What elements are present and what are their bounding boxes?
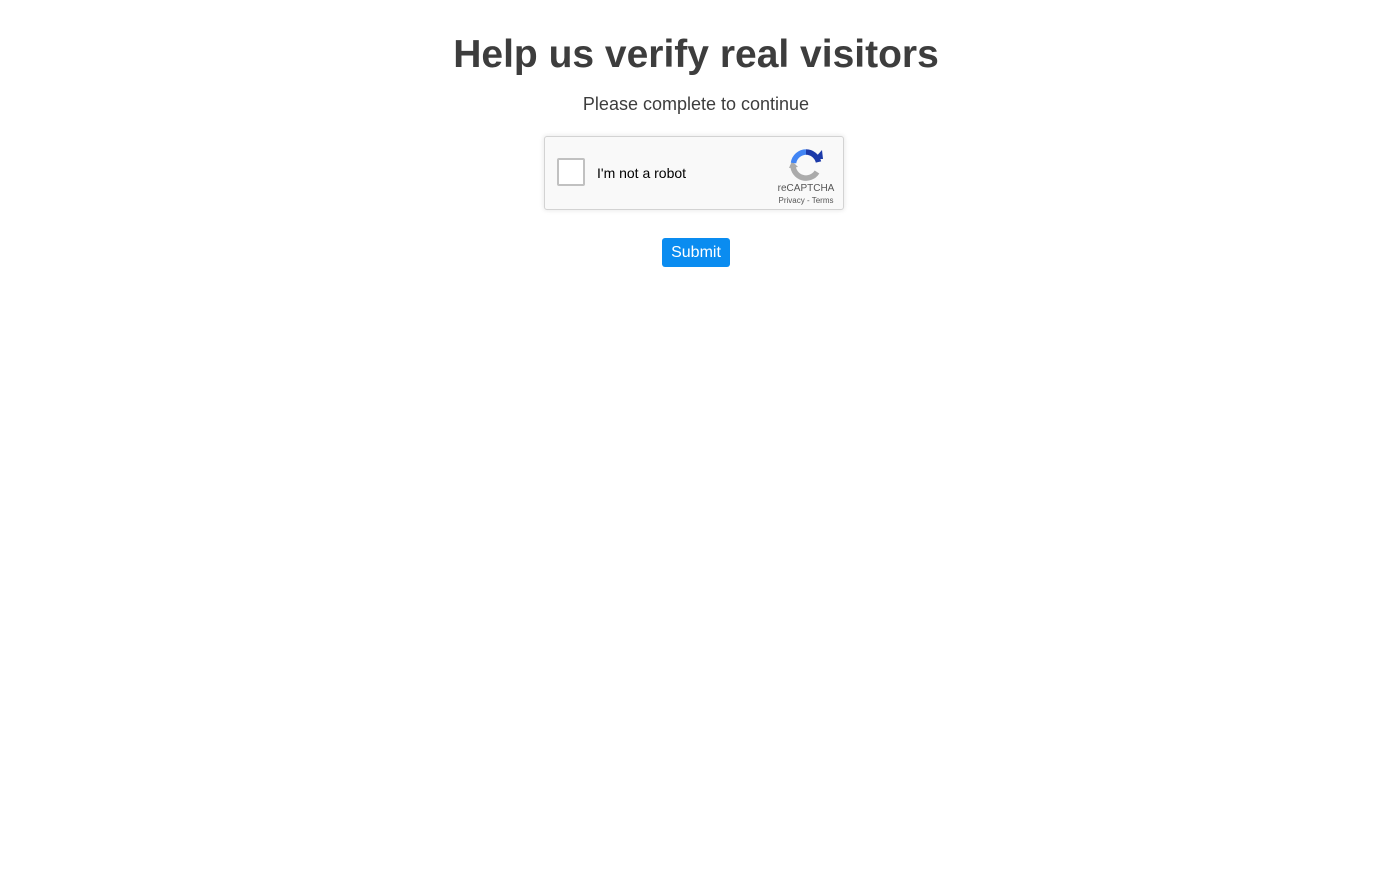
page-title: Help us verify real visitors	[453, 33, 939, 76]
page-subtitle: Please complete to continue	[582, 94, 810, 114]
recaptcha-checkbox-label: I'm not a robot	[597, 165, 687, 181]
recaptcha-checkbox[interactable]	[557, 158, 585, 186]
recaptcha-logo-icon	[789, 149, 823, 181]
submit-button[interactable]: Submit	[662, 238, 730, 267]
recaptcha-widget: I'm not a robot reCAPTCHA Privacy - Term…	[544, 136, 844, 210]
recaptcha-brand: reCAPTCHA	[777, 183, 835, 194]
page: Help us verify real visitors Please comp…	[0, 0, 1392, 870]
terms-link[interactable]: Terms	[812, 196, 834, 205]
link-separator: -	[804, 196, 812, 205]
privacy-link[interactable]: Privacy	[779, 196, 805, 205]
recaptcha-links: Privacy - Terms	[767, 196, 845, 206]
